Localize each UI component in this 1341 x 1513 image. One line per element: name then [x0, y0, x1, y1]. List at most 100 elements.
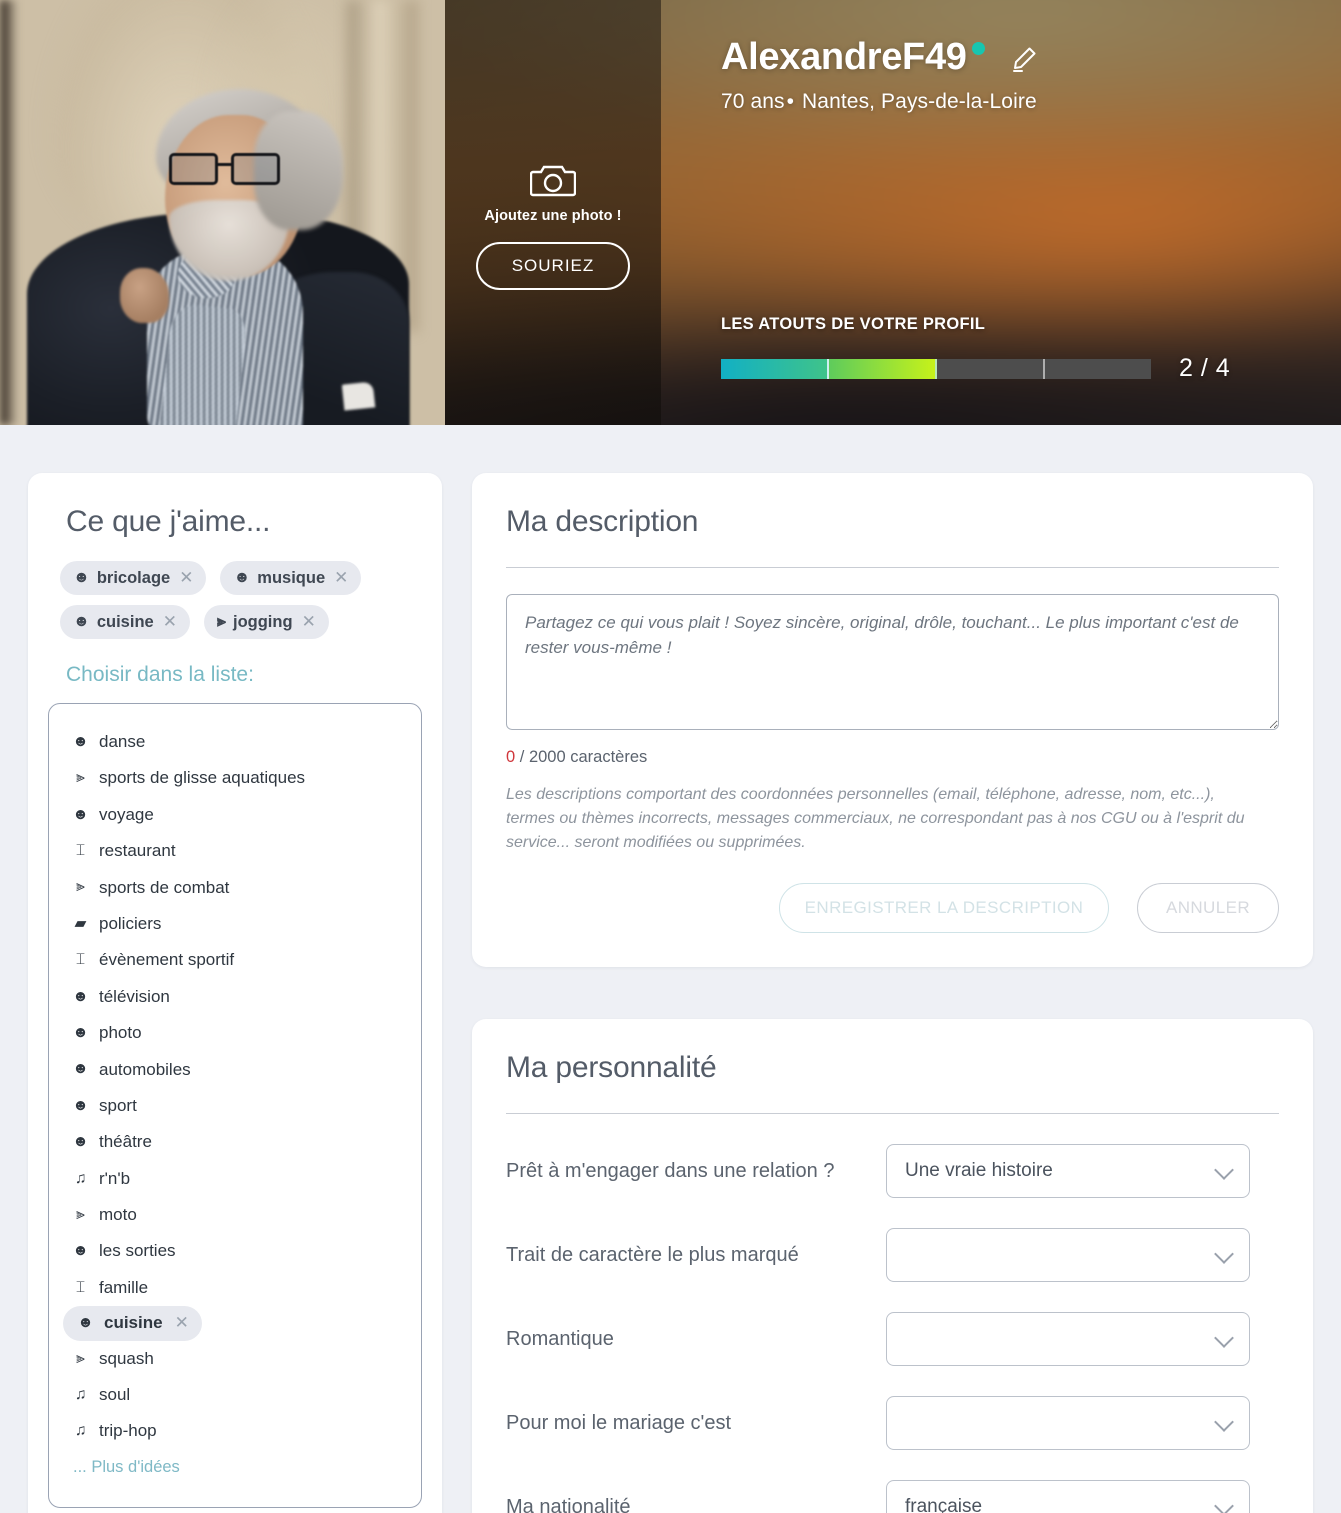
smiley-icon: ☻ [72, 1242, 89, 1260]
list-item-label: squash [99, 1348, 154, 1368]
remove-tag-icon[interactable]: ✕ [163, 612, 177, 632]
list-item[interactable]: ☻ voyage [57, 797, 413, 833]
username: AlexandreF49 [721, 36, 967, 78]
age-location: 70 ans• Nantes, Pays-de-la-Loire [721, 90, 1341, 114]
souriez-button[interactable]: SOURIEZ [475, 241, 631, 290]
list-item-label: automobiles [99, 1059, 191, 1079]
cocktail-icon: ⌶ [75, 951, 86, 969]
profile-strengths-title: LES ATOUTS DE VOTRE PROFIL [721, 315, 986, 333]
dumbbell-icon: ⫸ [76, 769, 85, 787]
chevron-down-icon [1214, 1328, 1234, 1348]
more-ideas-link[interactable]: ... Plus d'idées [57, 1450, 413, 1485]
progress-bar [721, 358, 1151, 379]
separator-dot: • [786, 90, 795, 113]
smiley-icon: ☻ [72, 1060, 89, 1078]
list-item[interactable]: ⌶ restaurant [57, 833, 413, 869]
interests-list[interactable]: ☻ danse ⫸ sports de glisse aquatiques ☻ voy… [48, 703, 422, 1508]
add-photo-panel[interactable]: Ajoutez une photo ! SOURIEZ [445, 0, 661, 425]
list-item[interactable]: ⫸ sports de combat [57, 870, 413, 906]
list-item[interactable]: ♫ soul [57, 1377, 413, 1413]
field-label: Prêt à m'engager dans une relation ? [506, 1159, 835, 1182]
list-item[interactable]: ☻ les sorties [57, 1233, 413, 1269]
cancel-button[interactable]: ANNULER [1137, 883, 1279, 933]
list-item-label: sports de combat [99, 877, 230, 897]
list-item[interactable]: ⌶ famille [57, 1270, 413, 1306]
field-label: Romantique [506, 1327, 614, 1350]
field-label: Pour moi le mariage c'est [506, 1411, 732, 1434]
personality-card: Ma personnalité Prêt à m'engager dans un… [472, 1019, 1313, 1513]
list-item[interactable]: ☻ danse [57, 724, 413, 760]
right-column: Ma description 0 / 2000 caractères Les d… [472, 473, 1313, 1513]
list-item[interactable]: ⫸ sports de glisse aquatiques [57, 760, 413, 796]
select-marriage[interactable] [886, 1396, 1250, 1450]
cocktail-icon: ⌶ [75, 1278, 86, 1296]
chevron-down-icon [1214, 1412, 1234, 1432]
select-character-trait[interactable] [886, 1228, 1250, 1282]
tag-cuisine[interactable]: ☻ cuisine ✕ [60, 605, 190, 639]
pencil-icon[interactable] [1009, 44, 1039, 74]
smiley-icon: ☻ [77, 1314, 94, 1332]
select-value: française [905, 1496, 983, 1513]
remove-tag-icon[interactable]: ✕ [302, 612, 316, 632]
online-status-dot [971, 42, 985, 55]
description-card: Ma description 0 / 2000 caractères Les d… [472, 473, 1313, 967]
select-romantic[interactable] [886, 1312, 1250, 1366]
smiley-icon: ☻ [72, 987, 89, 1005]
character-count-current: 0 [506, 748, 516, 766]
chevron-down-icon [1214, 1496, 1234, 1513]
select-nationality[interactable]: française [886, 1480, 1250, 1513]
smiley-icon: ☻ [72, 732, 89, 750]
list-item[interactable]: ♫ r'n'b [57, 1161, 413, 1197]
list-item-label: moto [99, 1205, 137, 1225]
smiley-icon: ☻ [72, 1024, 89, 1042]
tag-label: musique [257, 568, 326, 587]
likes-title: Ce que j'aime... [66, 505, 271, 538]
profile-photo[interactable] [0, 0, 445, 425]
profile-header: Ajoutez une photo ! SOURIEZ AlexandreF49… [0, 0, 1341, 425]
list-item[interactable]: ☻ théâtre [57, 1124, 413, 1160]
progress-count: 2 / 4 [1179, 354, 1231, 382]
list-item[interactable]: ▰ policiers [57, 906, 413, 942]
list-item-label: photo [99, 1023, 142, 1043]
tag-jogging[interactable]: ⫸ jogging ✕ [203, 605, 329, 639]
save-description-button[interactable]: ENREGISTRER LA DESCRIPTION [779, 883, 1109, 933]
list-item-label: restaurant [99, 841, 176, 861]
list-item-selected-cuisine[interactable]: ☻ cuisine ✕ [63, 1306, 202, 1341]
divider [506, 1113, 1279, 1114]
select-relationship-readiness[interactable]: Une vraie histoire [886, 1144, 1250, 1198]
list-item-label: sport [99, 1095, 137, 1115]
remove-tag-icon[interactable]: ✕ [334, 568, 348, 588]
selected-tags: ☻ bricolage ✕ ☻ musique ✕ ☻ cuisine ✕ ⫸ … [48, 561, 422, 649]
field-character-trait: Trait de caractère le plus marqué [506, 1228, 1279, 1282]
dumbbell-icon: ⫸ [76, 1205, 85, 1223]
list-item[interactable]: ☻ automobiles [57, 1052, 413, 1088]
field-label: Trait de caractère le plus marqué [506, 1243, 799, 1266]
profile-strengths: LES ATOUTS DE VOTRE PROFIL 2 / 4 [721, 315, 1341, 383]
list-item[interactable]: ⫸ moto [57, 1197, 413, 1233]
age: 70 ans [721, 90, 785, 113]
list-item[interactable]: ⌶ évènement sportif [57, 942, 413, 978]
character-count-max: / 2000 caractères [515, 748, 648, 766]
progress-segment-3 [937, 358, 1045, 379]
dumbbell-icon: ⫸ [76, 1349, 85, 1367]
list-item-label: théâtre [99, 1132, 152, 1152]
description-actions: ENREGISTRER LA DESCRIPTION ANNULER [506, 883, 1279, 933]
list-item[interactable]: ☻ photo [57, 1015, 413, 1051]
list-item[interactable]: ⫸ squash [57, 1341, 413, 1377]
list-item-label: cuisine [104, 1313, 163, 1333]
music-note-icon: ♫ [74, 1422, 87, 1440]
list-item[interactable]: ☻ télévision [57, 979, 413, 1015]
list-item[interactable]: ♫ trip-hop [57, 1413, 413, 1449]
tag-musique[interactable]: ☻ musique ✕ [220, 561, 362, 595]
cocktail-icon: ⌶ [75, 842, 86, 860]
list-item-label: r'n'b [99, 1168, 131, 1188]
list-item-label: télévision [99, 986, 170, 1006]
tag-bricolage[interactable]: ☻ bricolage ✕ [60, 561, 207, 595]
page-content: Ce que j'aime... ☻ bricolage ✕ ☻ musique… [0, 425, 1341, 1513]
progress-segment-4 [1045, 358, 1151, 379]
remove-tag-icon[interactable]: ✕ [179, 568, 193, 588]
list-item[interactable]: ☻ sport [57, 1088, 413, 1124]
remove-tag-icon[interactable]: ✕ [175, 1313, 189, 1333]
description-input[interactable] [506, 594, 1279, 730]
tag-label: bricolage [96, 568, 171, 587]
